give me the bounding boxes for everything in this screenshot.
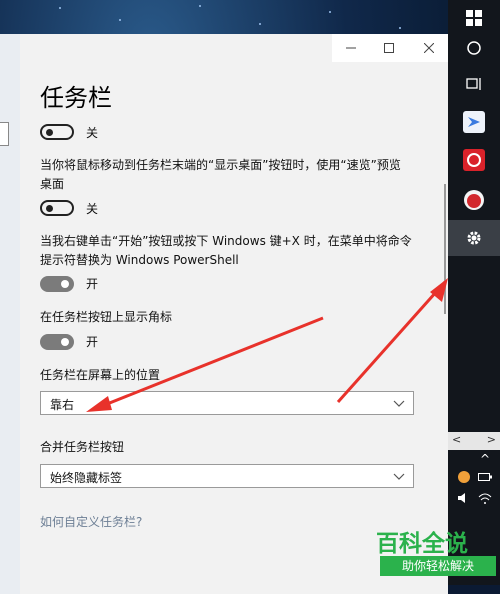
watermark-title: 百科全说 [376,531,468,557]
arrow-to-location-dropdown [86,316,324,412]
watermark-logo: 百科全说 助你轻松解决 [370,522,500,585]
watermark-subtitle: 助你轻松解决 [380,556,496,576]
arrow-to-taskbar [336,278,448,403]
annotation-arrows [86,278,448,412]
